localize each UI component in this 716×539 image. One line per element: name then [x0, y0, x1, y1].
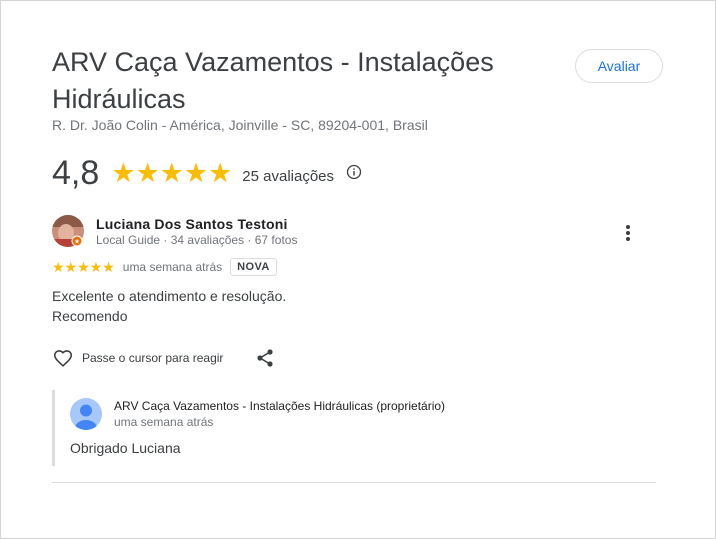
rate-button[interactable]: Avaliar: [575, 49, 663, 83]
new-badge: NOVA: [230, 258, 277, 276]
review-time: uma semana atrás: [122, 260, 223, 274]
place-address: R. Dr. João Colin - América, Joinville -…: [52, 117, 428, 133]
heart-icon[interactable]: [52, 347, 74, 369]
divider: [52, 482, 656, 483]
share-icon[interactable]: [255, 348, 275, 368]
reaction-row: Passe o cursor para reagir: [52, 347, 275, 369]
info-icon[interactable]: [346, 164, 362, 180]
svg-text:★: ★: [74, 237, 80, 245]
review-text-line: Recomendo: [52, 308, 128, 324]
place-title: ARV Caça Vazamentos - Instalações Hidráu…: [52, 47, 494, 114]
default-avatar-icon: [70, 398, 102, 430]
review-count[interactable]: 25 avaliações: [242, 168, 334, 185]
reviewer-name[interactable]: Luciana Dos Santos Testoni: [96, 216, 288, 232]
more-vert-icon: [626, 225, 630, 241]
rating-summary: 4,8 ★★★★★ 25 avaliações: [52, 153, 362, 193]
review-text: Excelente o atendimento e resolução. Rec…: [52, 286, 612, 326]
rating-value: 4,8: [52, 153, 100, 192]
reviewer-avatar[interactable]: ★: [52, 215, 84, 247]
owner-reply-text: Obrigado Luciana: [70, 440, 181, 456]
rating-stars: ★★★★★: [111, 157, 233, 188]
owner-reply-time: uma semana atrás: [114, 415, 214, 429]
reviewer-meta: Local Guide · 34 avaliações · 67 fotos: [96, 233, 298, 247]
review-rating-row: ★★★★★ uma semana atrás NOVA: [52, 256, 277, 278]
owner-name: ARV Caça Vazamentos - Instalações Hidráu…: [114, 399, 446, 413]
local-guide-badge-icon: ★: [71, 235, 83, 247]
more-options-button[interactable]: [614, 219, 642, 247]
review-text-line: Excelente o atendimento e resolução.: [52, 288, 287, 304]
react-hint: Passe o cursor para reagir: [82, 351, 224, 365]
review-stars: ★★★★★: [52, 258, 115, 275]
